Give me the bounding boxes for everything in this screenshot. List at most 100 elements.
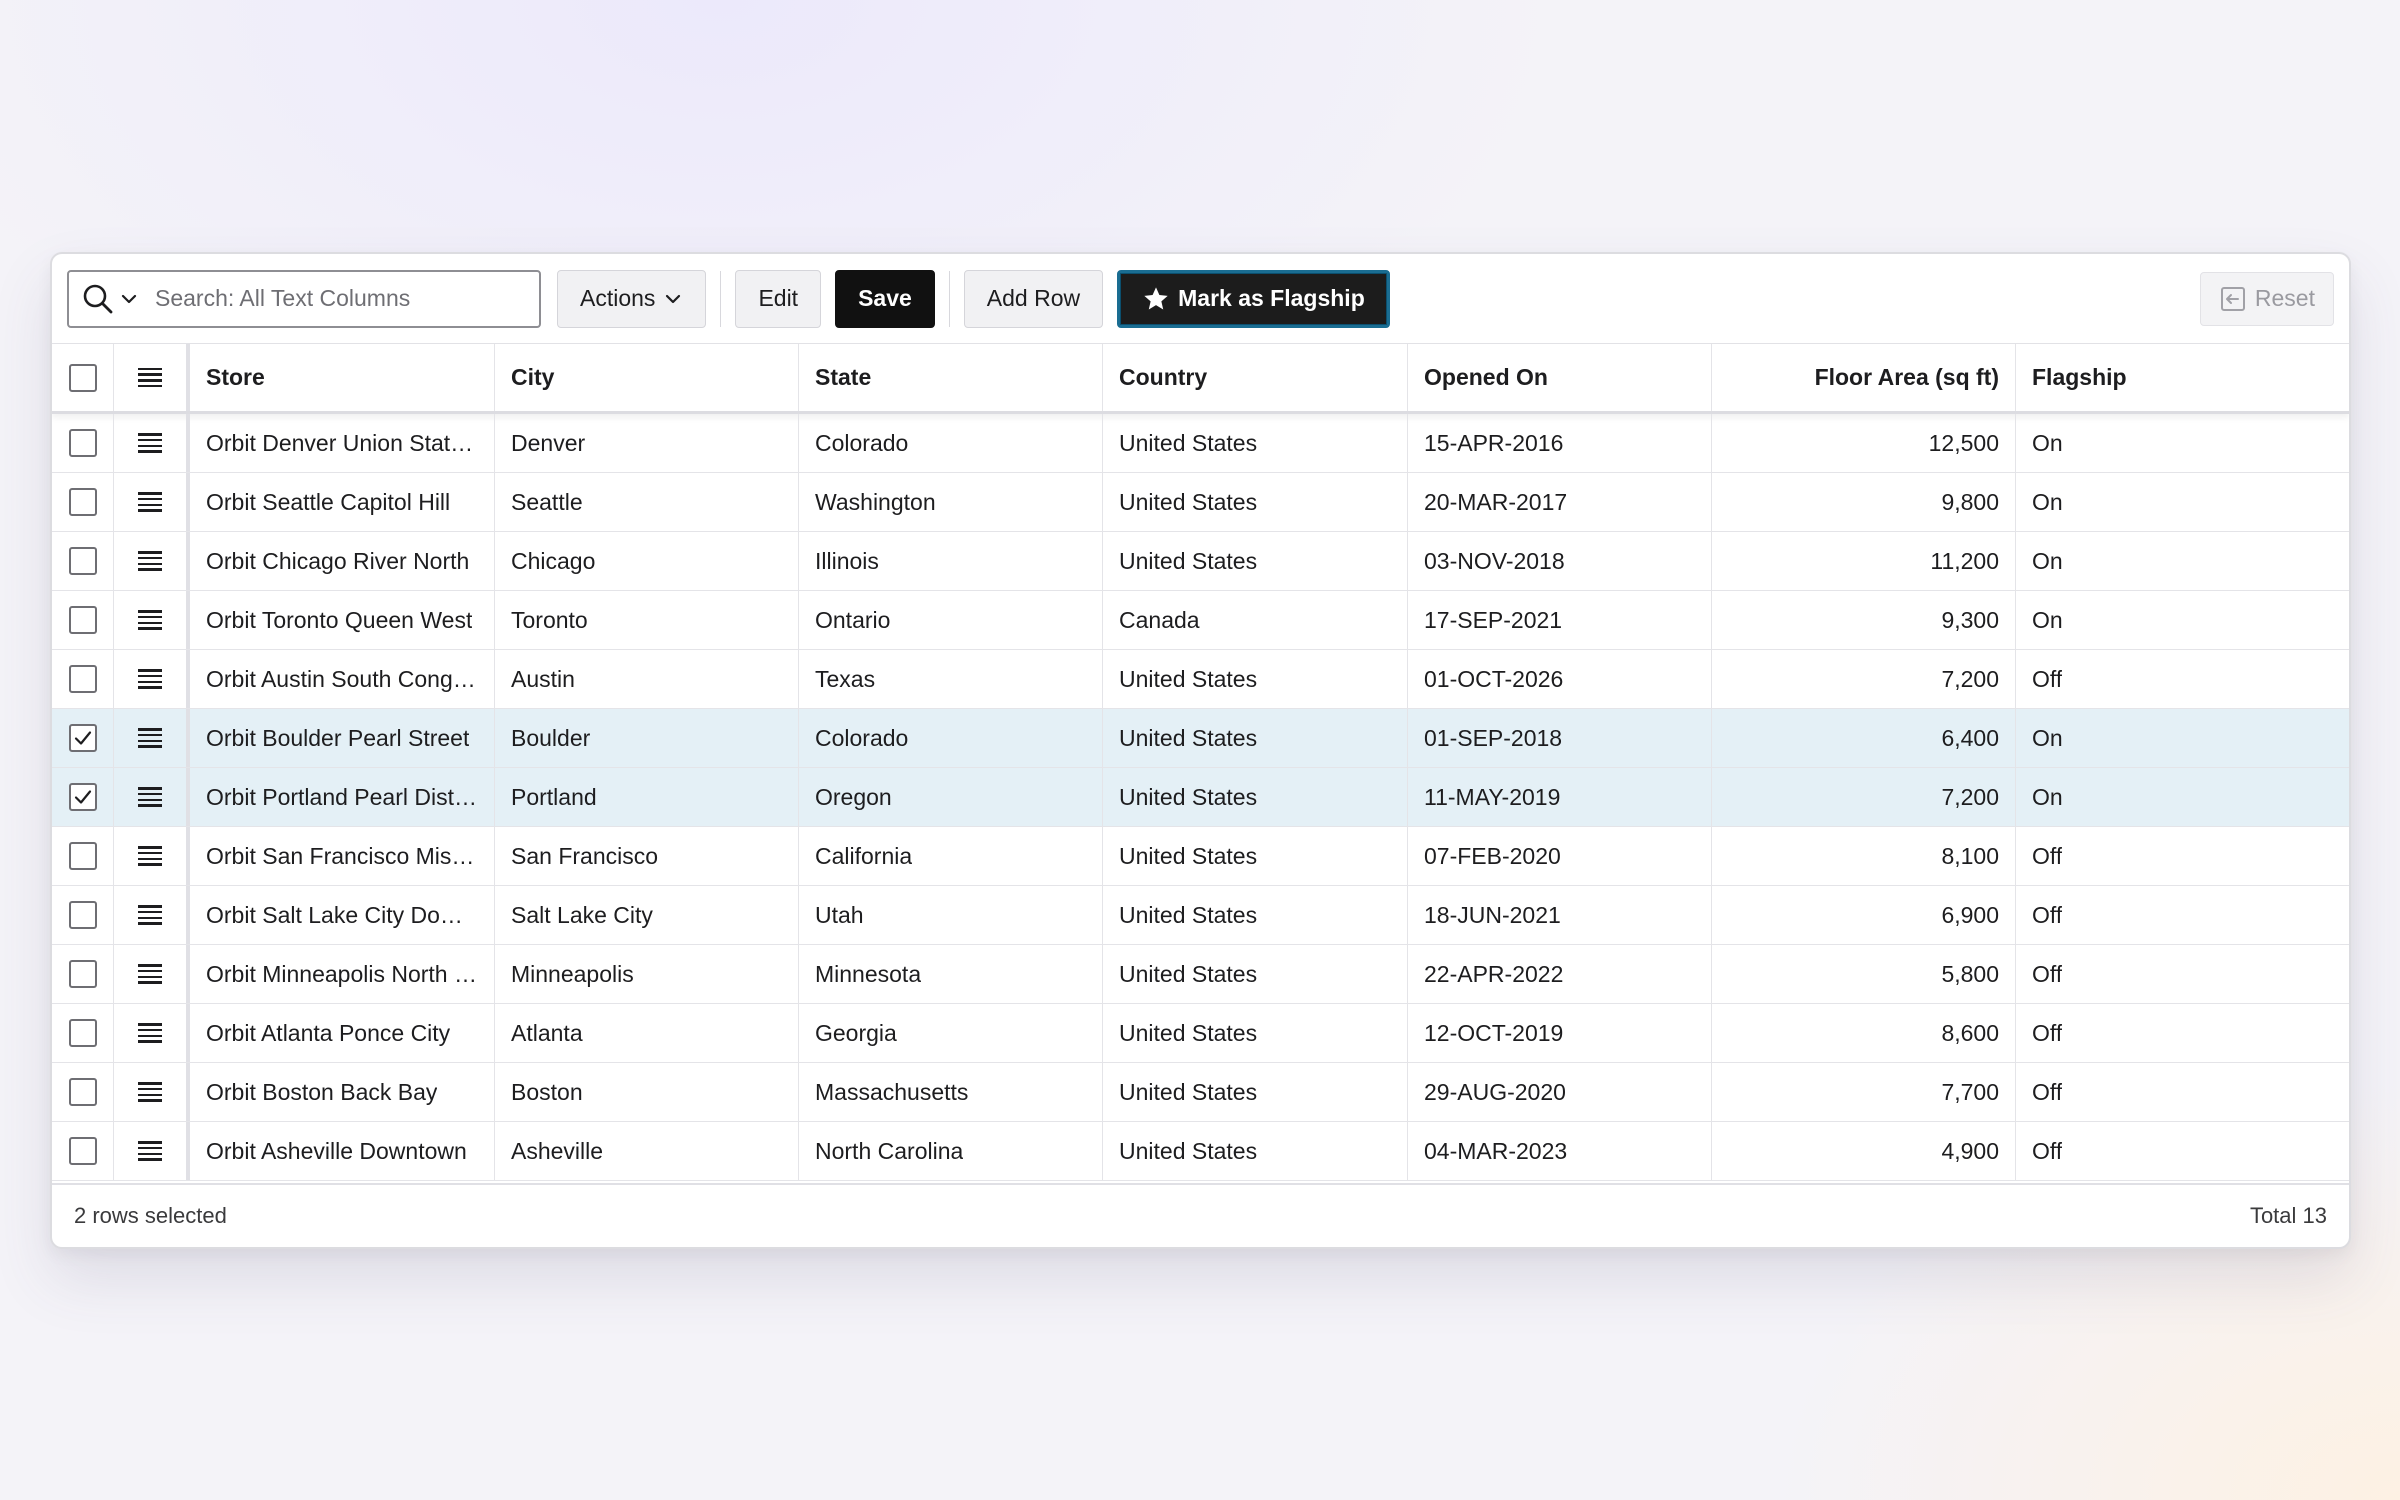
state-cell[interactable]: Colorado [799,709,1103,767]
chevron-down-icon[interactable] [119,289,139,309]
table-row[interactable]: Orbit Boston Back Bay Boston Massachusetts… [52,1063,2349,1122]
search-icon[interactable] [81,282,115,316]
flagship-cell[interactable]: Off [2016,1122,2349,1180]
hamburger-icon[interactable] [138,1141,162,1161]
country-cell[interactable]: Canada [1103,591,1408,649]
row-select-checkbox[interactable] [68,665,97,693]
row-select-checkbox[interactable] [68,606,97,634]
country-cell[interactable]: United States [1103,768,1408,826]
store-cell[interactable]: Orbit Atlanta Ponce City [190,1004,495,1062]
store-cell[interactable]: Orbit Asheville Downtown [190,1122,495,1180]
state-cell[interactable]: Texas [799,650,1103,708]
state-cell[interactable]: Massachusetts [799,1063,1103,1121]
flagship-cell[interactable]: On [2016,532,2349,590]
country-cell[interactable]: United States [1103,945,1408,1003]
hamburger-icon[interactable] [138,846,162,866]
table-row[interactable]: Orbit Atlanta Ponce City Atlanta Georgia Un… [52,1004,2349,1063]
hamburger-icon[interactable] [138,1082,162,1102]
store-cell[interactable]: Orbit Boulder Pearl Street [190,709,495,767]
city-cell[interactable]: Salt Lake City [495,886,799,944]
store-cell[interactable]: Orbit San Francisco Mis… [190,827,495,885]
table-row[interactable]: Orbit Austin South Cong… Austin Texas Unite… [52,650,2349,709]
country-cell[interactable]: United States [1103,886,1408,944]
opened-on-cell[interactable]: 29-AUG-2020 [1408,1063,1712,1121]
city-cell[interactable]: San Francisco [495,827,799,885]
country-cell[interactable]: United States [1103,709,1408,767]
hamburger-icon[interactable] [138,905,162,925]
store-cell[interactable]: Orbit Seattle Capitol Hill [190,473,495,531]
column-header-city[interactable]: City [495,344,799,411]
flagship-cell[interactable]: Off [2016,886,2349,944]
row-select-checkbox[interactable] [68,1078,97,1106]
column-header-country[interactable]: Country [1103,344,1408,411]
store-cell[interactable]: Orbit Denver Union Stati… [190,414,495,472]
city-cell[interactable]: Minneapolis [495,945,799,1003]
floor-area-cell[interactable]: 7,200 [1712,768,2016,826]
country-cell[interactable]: United States [1103,473,1408,531]
state-cell[interactable]: Washington [799,473,1103,531]
hamburger-icon[interactable] [138,433,162,453]
city-cell[interactable]: Chicago [495,532,799,590]
table-row[interactable]: Orbit Chicago River North Chicago Illinois… [52,532,2349,591]
store-cell[interactable]: Orbit Portland Pearl Dist… [190,768,495,826]
flagship-cell[interactable]: On [2016,768,2349,826]
floor-area-cell[interactable]: 11,200 [1712,532,2016,590]
opened-on-cell[interactable]: 07-FEB-2020 [1408,827,1712,885]
city-cell[interactable]: Toronto [495,591,799,649]
floor-area-cell[interactable]: 12,500 [1712,414,2016,472]
floor-area-cell[interactable]: 6,900 [1712,886,2016,944]
state-cell[interactable]: North Carolina [799,1122,1103,1180]
city-cell[interactable]: Seattle [495,473,799,531]
search-field[interactable] [67,269,541,328]
table-row[interactable]: Orbit Seattle Capitol Hill Seattle Washing… [52,473,2349,532]
row-select-checkbox[interactable] [68,783,97,811]
opened-on-cell[interactable]: 15-APR-2016 [1408,414,1712,472]
state-cell[interactable]: Utah [799,886,1103,944]
column-header-state[interactable]: State [799,344,1103,411]
add-row-button[interactable]: Add Row [963,269,1104,328]
flagship-cell[interactable]: On [2016,709,2349,767]
store-cell[interactable]: Orbit Salt Lake City Dow… [190,886,495,944]
flagship-cell[interactable]: Off [2016,1063,2349,1121]
country-cell[interactable]: United States [1103,1004,1408,1062]
hamburger-icon[interactable] [138,492,162,512]
flagship-cell[interactable]: Off [2016,827,2349,885]
city-cell[interactable]: Portland [495,768,799,826]
opened-on-cell[interactable]: 01-SEP-2018 [1408,709,1712,767]
flagship-cell[interactable]: On [2016,591,2349,649]
table-row[interactable]: Orbit Asheville Downtown Asheville North C… [52,1122,2349,1181]
flagship-cell[interactable]: On [2016,414,2349,472]
opened-on-cell[interactable]: 12-OCT-2019 [1408,1004,1712,1062]
country-cell[interactable]: United States [1103,1122,1408,1180]
mark-as-flagship-button[interactable]: Mark as Flagship [1117,269,1390,328]
flagship-cell[interactable]: On [2016,473,2349,531]
state-cell[interactable]: Colorado [799,414,1103,472]
actions-menu-button[interactable]: Actions [557,269,707,328]
hamburger-icon[interactable] [138,610,162,630]
floor-area-cell[interactable]: 8,600 [1712,1004,2016,1062]
table-row[interactable]: Orbit Boulder Pearl Street Boulder Colorad… [52,709,2349,768]
floor-area-cell[interactable]: 7,200 [1712,650,2016,708]
flagship-cell[interactable]: Off [2016,650,2349,708]
state-cell[interactable]: Illinois [799,532,1103,590]
table-row[interactable]: Orbit Salt Lake City Dow… Salt Lake City U… [52,886,2349,945]
country-cell[interactable]: United States [1103,532,1408,590]
state-cell[interactable]: California [799,827,1103,885]
opened-on-cell[interactable]: 22-APR-2022 [1408,945,1712,1003]
state-cell[interactable]: Minnesota [799,945,1103,1003]
opened-on-cell[interactable]: 04-MAR-2023 [1408,1122,1712,1180]
hamburger-icon[interactable] [138,787,162,807]
opened-on-cell[interactable]: 03-NOV-2018 [1408,532,1712,590]
city-cell[interactable]: Atlanta [495,1004,799,1062]
hamburger-icon[interactable] [138,1023,162,1043]
row-select-checkbox[interactable] [68,1019,97,1047]
row-select-checkbox[interactable] [68,960,97,988]
row-select-checkbox[interactable] [68,488,97,516]
hamburger-icon[interactable] [138,669,162,689]
store-cell[interactable]: Orbit Chicago River North [190,532,495,590]
country-cell[interactable]: United States [1103,650,1408,708]
store-cell[interactable]: Orbit Boston Back Bay [190,1063,495,1121]
table-row[interactable]: Orbit Toronto Queen West Toronto Ontario Ca… [52,591,2349,650]
edit-button[interactable]: Edit [735,269,822,328]
floor-area-cell[interactable]: 9,300 [1712,591,2016,649]
